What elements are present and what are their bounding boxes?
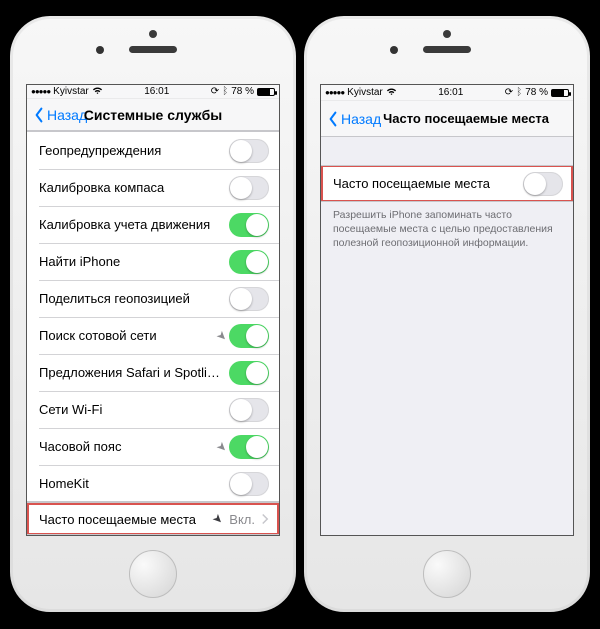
frequent-locations-row[interactable]: Часто посещаемые места ➤ Вкл. (27, 502, 279, 535)
row-toggle[interactable] (229, 472, 269, 496)
row-label: HomeKit (39, 476, 229, 491)
row-toggle[interactable] (229, 213, 269, 237)
settings-group: Часто посещаемые места (321, 165, 573, 202)
chevron-left-icon (327, 111, 339, 127)
row-label: Калибровка компаса (39, 180, 229, 195)
settings-list: Геопредупреждения Калибровка компаса Калиб… (27, 131, 279, 502)
clock-label: 16:01 (144, 86, 169, 97)
chevron-left-icon (33, 107, 45, 123)
bluetooth-icon: ᛒ (516, 87, 522, 98)
settings-row[interactable]: Поиск сотовой сети➤ (27, 317, 279, 354)
back-label: Назад (47, 107, 87, 123)
wifi-icon (92, 86, 103, 98)
row-label: Геопредупреждения (39, 143, 229, 158)
row-label: Сети Wi-Fi (39, 402, 229, 417)
frequent-locations-detail: Вкл. (229, 512, 255, 527)
row-toggle[interactable] (229, 176, 269, 200)
status-bar: ●●●●● Kyivstar 16:01 ⟳ ᛒ 78 % (321, 85, 573, 101)
nav-bar: Назад Системные службы (27, 99, 279, 131)
row-toggle[interactable] (229, 250, 269, 274)
iphone-device-left: ●●●●● Kyivstar 16:01 ⟳ ᛒ 78 % (10, 16, 296, 612)
battery-pct-label: 78 % (525, 87, 548, 98)
row-label: Поделиться геопозицией (39, 291, 229, 306)
battery-pct-label: 78 % (231, 86, 254, 97)
rotation-lock-icon: ⟳ (505, 87, 513, 98)
row-label: Часовой пояс (39, 439, 217, 454)
frequent-locations-label: Часто посещаемые места (39, 512, 213, 527)
row-toggle[interactable] (229, 361, 269, 385)
battery-icon (257, 88, 275, 96)
iphone-device-right: ●●●●● Kyivstar 16:01 ⟳ ᛒ 78 % (304, 16, 590, 612)
frequent-locations-toggle[interactable] (523, 172, 563, 196)
earpiece-speaker (129, 46, 177, 53)
battery-icon (551, 89, 569, 97)
row-toggle[interactable] (229, 435, 269, 459)
settings-row[interactable]: Поделиться геопозицией (27, 280, 279, 317)
settings-row[interactable]: Найти iPhone (27, 243, 279, 280)
signal-dots-icon: ●●●●● (31, 87, 50, 96)
signal-dots-icon: ●●●●● (325, 88, 344, 97)
wifi-icon (386, 87, 397, 99)
front-camera (390, 46, 398, 54)
row-label: Предложения Safari и Spotli… (39, 365, 229, 380)
row-toggle[interactable] (229, 287, 269, 311)
row-label: Поиск сотовой сети (39, 328, 217, 343)
row-label: Найти iPhone (39, 254, 229, 269)
screen: ●●●●● Kyivstar 16:01 ⟳ ᛒ 78 % (26, 84, 280, 536)
row-toggle[interactable] (229, 398, 269, 422)
group-footer-note: Разрешить iPhone запоминать часто посеща… (321, 202, 573, 251)
front-camera (96, 46, 104, 54)
row-toggle[interactable] (229, 139, 269, 163)
clock-label: 16:01 (438, 87, 463, 98)
back-label: Назад (341, 111, 381, 127)
settings-row[interactable]: Часовой пояс➤ (27, 428, 279, 465)
bluetooth-icon: ᛒ (222, 86, 228, 97)
frequent-locations-toggle-row[interactable]: Часто посещаемые места (321, 165, 573, 202)
nav-bar: Назад Часто посещаемые места (321, 101, 573, 137)
home-button[interactable] (423, 550, 471, 598)
chevron-right-icon (261, 513, 269, 525)
toggle-label: Часто посещаемые места (333, 176, 523, 191)
carrier-label: Kyivstar (53, 86, 89, 97)
status-bar: ●●●●● Kyivstar 16:01 ⟳ ᛒ 78 % (27, 85, 279, 99)
back-button[interactable]: Назад (327, 111, 381, 127)
settings-row[interactable]: Калибровка компаса (27, 169, 279, 206)
settings-row[interactable]: Сети Wi-Fi (27, 391, 279, 428)
settings-row[interactable]: HomeKit (27, 465, 279, 502)
row-label: Калибровка учета движения (39, 217, 229, 232)
carrier-label: Kyivstar (347, 87, 383, 98)
settings-row[interactable]: Калибровка учета движения (27, 206, 279, 243)
back-button[interactable]: Назад (33, 107, 87, 123)
rotation-lock-icon: ⟳ (211, 86, 219, 97)
proximity-sensor (443, 30, 451, 38)
earpiece-speaker (423, 46, 471, 53)
settings-row[interactable]: Предложения Safari и Spotli… (27, 354, 279, 391)
row-toggle[interactable] (229, 324, 269, 348)
page-title: Часто посещаемые места (383, 111, 567, 126)
settings-row[interactable]: Геопредупреждения (27, 132, 279, 169)
screen: ●●●●● Kyivstar 16:01 ⟳ ᛒ 78 % (320, 84, 574, 536)
home-button[interactable] (129, 550, 177, 598)
proximity-sensor (149, 30, 157, 38)
